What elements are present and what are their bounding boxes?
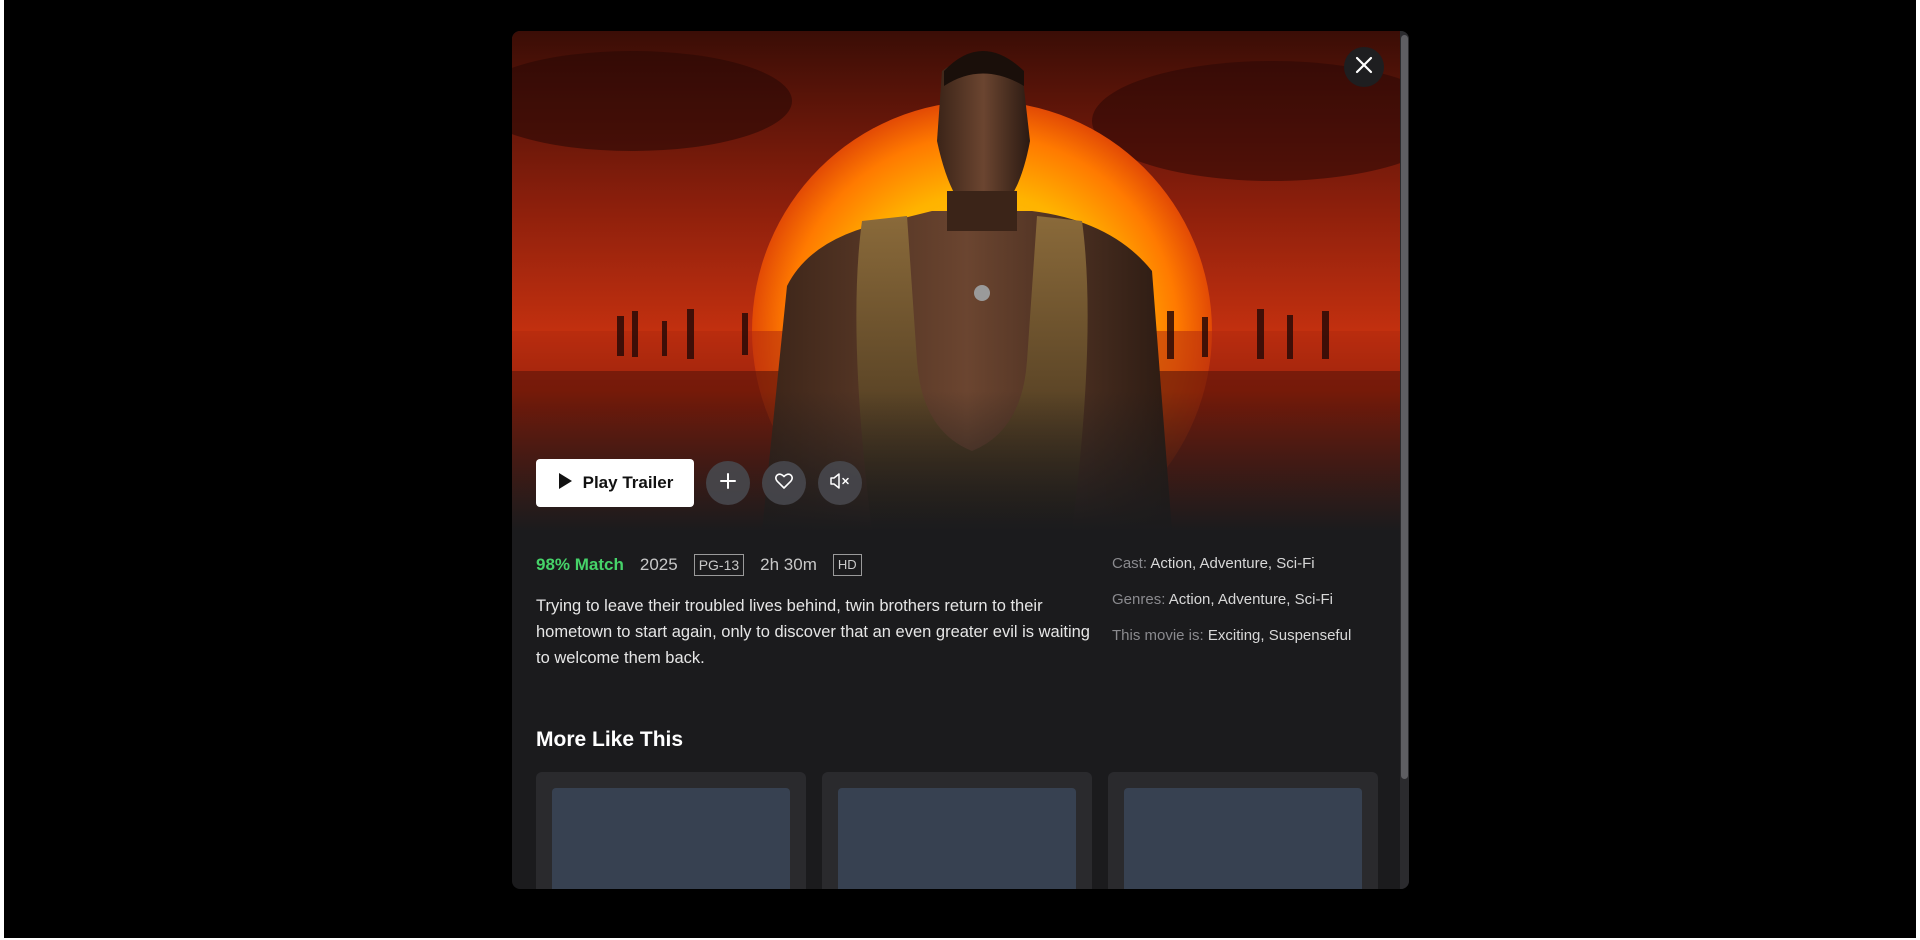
synopsis: Trying to leave their troubled lives beh…: [536, 597, 1090, 667]
heart-icon: [775, 472, 793, 494]
close-icon: [1355, 56, 1373, 79]
play-trailer-button[interactable]: Play Trailer: [536, 459, 694, 507]
add-to-list-button[interactable]: [706, 461, 750, 505]
more-like-this-heading: More Like This: [536, 728, 684, 751]
side-info: Cast: Action, Adventure, Sci-Fi Genres: …: [1112, 553, 1382, 661]
frame-edge-right: [1916, 0, 1920, 940]
release-year: 2025: [639, 555, 678, 574]
mood-row: This movie is: Exciting, Suspenseful: [1112, 625, 1382, 661]
mood-label: This movie is:: [1112, 627, 1204, 644]
title-details-modal: Play Trailer 98% Match 2025 PG-13 2h 30m…: [512, 31, 1409, 889]
close-button[interactable]: [1344, 47, 1384, 87]
recommendation-card[interactable]: [822, 772, 1092, 889]
cast-label: Cast:: [1112, 555, 1148, 572]
frame-edge-left: [0, 0, 4, 940]
card-thumbnail-placeholder: [1124, 788, 1362, 889]
quality-badge: HD: [832, 554, 862, 576]
hero-actions: Play Trailer: [536, 459, 862, 507]
match-score: 98% Match: [536, 555, 624, 574]
mute-button[interactable]: [818, 461, 862, 505]
modal-scrollbar[interactable]: [1400, 31, 1409, 889]
meta-row: 98% Match 2025 PG-13 2h 30m HD: [536, 553, 1096, 577]
cast-value: Action, Adventure, Sci-Fi: [1150, 555, 1315, 572]
card-thumbnail-placeholder: [552, 788, 790, 889]
title-details: 98% Match 2025 PG-13 2h 30m HD Trying to…: [536, 553, 1096, 671]
recommendation-card[interactable]: [536, 772, 806, 889]
scrollbar-thumb[interactable]: [1401, 35, 1408, 779]
genres-row: Genres: Action, Adventure, Sci-Fi: [1112, 589, 1382, 625]
volume-mute-icon: [830, 472, 850, 494]
genres-value: Action, Adventure, Sci-Fi: [1168, 591, 1333, 608]
runtime: 2h 30m: [760, 555, 817, 574]
recommendation-card[interactable]: [1108, 772, 1378, 889]
cast-row: Cast: Action, Adventure, Sci-Fi: [1112, 553, 1382, 589]
mood-value: Exciting, Suspenseful: [1207, 627, 1352, 644]
play-trailer-label: Play Trailer: [582, 473, 674, 492]
hero-artwork: [512, 31, 1400, 531]
more-like-this-cards: [536, 772, 1378, 889]
card-thumbnail-placeholder: [838, 788, 1076, 889]
plus-icon: [720, 472, 736, 494]
play-icon: [557, 472, 573, 495]
hero-image: [512, 31, 1400, 531]
maturity-rating-badge: PG-13: [693, 554, 745, 576]
genres-label: Genres:: [1112, 591, 1166, 608]
like-button[interactable]: [762, 461, 806, 505]
